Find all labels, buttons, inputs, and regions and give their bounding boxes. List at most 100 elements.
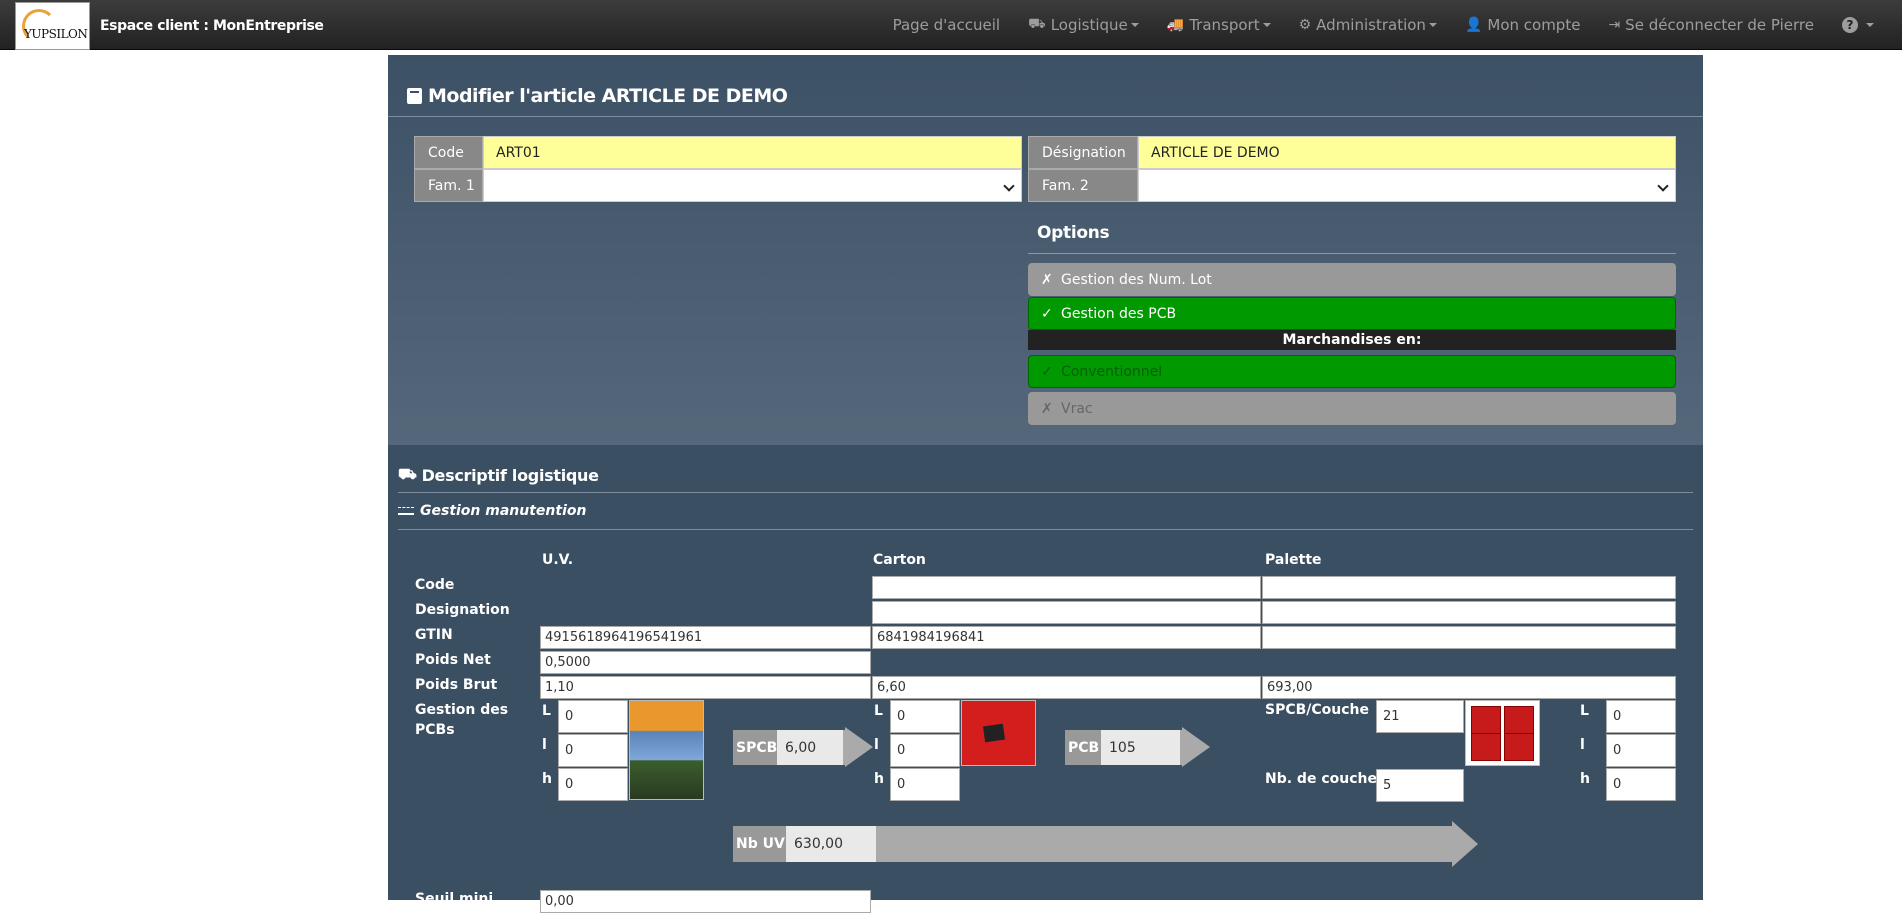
caret-down-icon xyxy=(1262,23,1271,27)
carton-product-image xyxy=(961,700,1036,766)
uv-length-label: L xyxy=(542,703,551,719)
nb-couches-label: Nb. de couches xyxy=(1265,771,1386,787)
uv-poids-net-input[interactable]: 0,5000 xyxy=(540,651,871,674)
options-heading: Options xyxy=(1037,223,1110,243)
pallet-icon xyxy=(398,507,414,515)
uv-gtin-input[interactable]: 4915618964196541961 xyxy=(540,626,871,649)
article-edit-panel: Modifier l'article ARTICLE DE DEMO Code … xyxy=(388,55,1703,913)
designation-label: Désignation xyxy=(1028,136,1138,169)
sign-out-icon: ⇥ xyxy=(1608,17,1621,33)
uv-length-input[interactable]: 0 xyxy=(558,700,628,733)
pcb-arrow: PCB 105 xyxy=(1065,727,1210,767)
carton-length-input[interactable]: 0 xyxy=(890,700,960,733)
palette-height-input[interactable]: 0 xyxy=(1606,768,1676,801)
seuil-mini-input[interactable]: 0,00 xyxy=(540,890,871,913)
manutention-subtitle: Gestion manutention xyxy=(398,503,586,519)
nav-help-menu[interactable]: ? xyxy=(1842,17,1874,33)
col-header-uv: U.V. xyxy=(542,552,574,568)
carton-gtin-input[interactable]: 6841984196841 xyxy=(872,626,1261,649)
spcb-value[interactable]: 6,00 xyxy=(777,730,843,765)
fam1-select[interactable] xyxy=(483,169,1022,202)
carton-height-label: h xyxy=(874,771,884,787)
col-header-carton: Carton xyxy=(873,552,926,568)
fam1-field-group: Fam. 1 xyxy=(414,169,1022,202)
uv-height-label: h xyxy=(542,771,552,787)
palette-height-label: h xyxy=(1580,771,1590,787)
palette-designation-input[interactable] xyxy=(1262,601,1676,624)
uv-width-label: l xyxy=(542,737,547,753)
merch-conventionnel-toggle[interactable]: ✓ Conventionnel xyxy=(1028,355,1676,388)
nav-logistique-menu[interactable]: ⛟ Logistique xyxy=(1028,16,1139,34)
caret-down-icon xyxy=(1866,23,1874,27)
merch-vrac-toggle[interactable]: ✗ Vrac xyxy=(1028,392,1676,425)
fam2-label: Fam. 2 xyxy=(1028,169,1138,202)
page-title: Modifier l'article ARTICLE DE DEMO xyxy=(407,85,788,107)
spcb-couche-label: SPCB/Couche xyxy=(1265,702,1370,718)
fam2-select[interactable] xyxy=(1138,169,1676,202)
palette-code-input[interactable] xyxy=(1262,576,1676,599)
pcb-value[interactable]: 105 xyxy=(1101,730,1180,765)
nb-uv-value[interactable]: 630,00 xyxy=(786,826,876,862)
dolly-icon: ⛟ xyxy=(398,465,417,483)
palette-gtin-input[interactable] xyxy=(1262,626,1676,649)
palette-length-input[interactable]: 0 xyxy=(1606,700,1676,733)
designation-field-group: Désignation ARTICLE DE DEMO xyxy=(1028,136,1676,169)
row-label-code: Code xyxy=(415,577,455,593)
designation-input[interactable]: ARTICLE DE DEMO xyxy=(1138,136,1676,169)
row-label-seuil: Seuil mini xyxy=(415,891,494,907)
nav-administration-menu[interactable]: ⚙ Administration xyxy=(1299,16,1437,34)
row-label-gtin: GTIN xyxy=(415,627,453,643)
fam1-label: Fam. 1 xyxy=(414,169,483,202)
row-label-pcb-line1: Gestion des xyxy=(415,702,509,718)
brand-title: Espace client : MonEntreprise xyxy=(100,18,324,34)
carton-poids-brut-input[interactable]: 6,60 xyxy=(872,676,1261,699)
nb-uv-arrow: Nb UV 630,00 xyxy=(733,821,1488,867)
palette-poids-brut-input[interactable]: 693,00 xyxy=(1262,676,1676,699)
uv-width-input[interactable]: 0 xyxy=(558,734,628,767)
code-label: Code xyxy=(414,136,483,169)
nav-mon-compte-link[interactable]: 👤 Mon compte xyxy=(1465,16,1581,34)
nav-home-link[interactable]: Page d'accueil xyxy=(893,16,1000,34)
nb-couches-input[interactable]: 5 xyxy=(1376,769,1464,802)
palette-width-input[interactable]: 0 xyxy=(1606,734,1676,767)
cross-icon: ✗ xyxy=(1041,271,1053,288)
row-label-poids-net: Poids Net xyxy=(415,652,491,668)
divider xyxy=(398,492,1693,493)
user-icon: 👤 xyxy=(1464,17,1483,33)
fam2-field-group: Fam. 2 xyxy=(1028,169,1676,202)
carton-width-input[interactable]: 0 xyxy=(890,734,960,767)
carton-height-input[interactable]: 0 xyxy=(890,768,960,801)
carton-width-label: l xyxy=(874,737,879,753)
company-logo[interactable]: YUPSILON xyxy=(15,2,90,50)
option-num-lot-toggle[interactable]: ✗ Gestion des Num. Lot xyxy=(1028,263,1676,296)
carton-designation-input[interactable] xyxy=(872,601,1261,624)
nav-logout-link[interactable]: ⇥ Se déconnecter de Pierre xyxy=(1608,16,1814,34)
nav-menu: Page d'accueil ⛟ Logistique 🚚 Transport … xyxy=(893,0,1902,50)
divider xyxy=(388,116,1703,117)
spcb-couche-input[interactable]: 21 xyxy=(1376,700,1464,733)
palette-length-label: L xyxy=(1580,703,1589,719)
help-icon: ? xyxy=(1842,17,1858,33)
nav-transport-menu[interactable]: 🚚 Transport xyxy=(1167,16,1271,34)
check-icon: ✓ xyxy=(1041,305,1053,322)
option-pcb-toggle[interactable]: ✓ Gestion des PCB xyxy=(1028,297,1676,330)
divider xyxy=(398,529,1693,530)
row-label-pcb-line2: PCBs xyxy=(415,722,455,738)
uv-poids-brut-input[interactable]: 1,10 xyxy=(540,676,871,699)
box-icon xyxy=(407,88,422,104)
divider xyxy=(1028,253,1676,254)
code-input[interactable]: ART01 xyxy=(483,136,1022,169)
code-field-group: Code ART01 xyxy=(414,136,1022,169)
carton-code-input[interactable] xyxy=(872,576,1261,599)
article-header-section: Modifier l'article ARTICLE DE DEMO Code … xyxy=(388,55,1703,445)
top-navbar: YUPSILON Espace client : MonEntreprise P… xyxy=(0,0,1902,50)
palette-width-label: l xyxy=(1580,737,1585,753)
carton-length-label: L xyxy=(874,703,883,719)
spcb-tag: SPCB xyxy=(733,730,777,765)
uv-height-input[interactable]: 0 xyxy=(558,768,628,801)
check-icon: ✓ xyxy=(1041,363,1053,380)
nb-uv-tag: Nb UV xyxy=(733,826,786,862)
caret-down-icon xyxy=(1428,23,1437,27)
caret-down-icon xyxy=(1130,23,1139,27)
dolly-icon: ⛟ xyxy=(1028,16,1046,32)
